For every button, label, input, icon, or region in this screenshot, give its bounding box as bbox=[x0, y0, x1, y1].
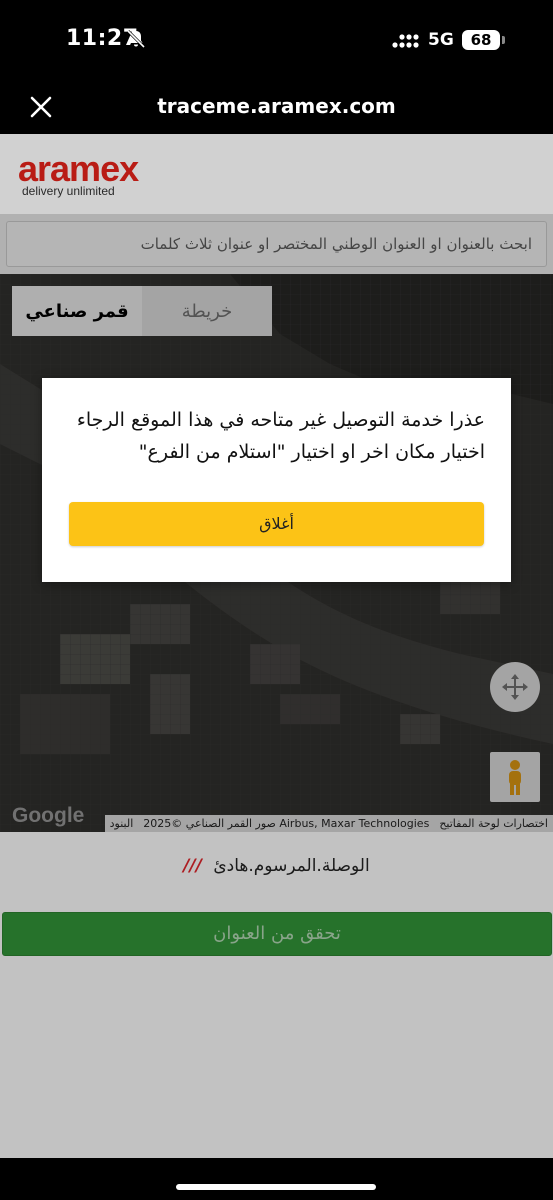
signal-dots-icon bbox=[392, 34, 419, 48]
close-dialog-button[interactable]: أغلاق bbox=[69, 502, 484, 546]
network-type: 5G bbox=[428, 30, 454, 50]
dialog-message: عذرا خدمة التوصيل غير متاحه في هذا الموق… bbox=[76, 409, 485, 463]
home-indicator[interactable] bbox=[176, 1184, 376, 1190]
battery-icon: 68 bbox=[462, 30, 500, 50]
page-url: traceme.aramex.com bbox=[157, 94, 396, 118]
browser-bar: traceme.aramex.com bbox=[0, 82, 553, 134]
bottom-bar bbox=[0, 1158, 553, 1200]
status-bar: 11:27 5G 68 bbox=[0, 0, 553, 82]
bell-slash-icon bbox=[126, 29, 146, 49]
unavailable-dialog: عذرا خدمة التوصيل غير متاحه في هذا الموق… bbox=[42, 378, 511, 582]
battery-tip bbox=[502, 36, 505, 44]
modal-backdrop bbox=[0, 134, 553, 1158]
